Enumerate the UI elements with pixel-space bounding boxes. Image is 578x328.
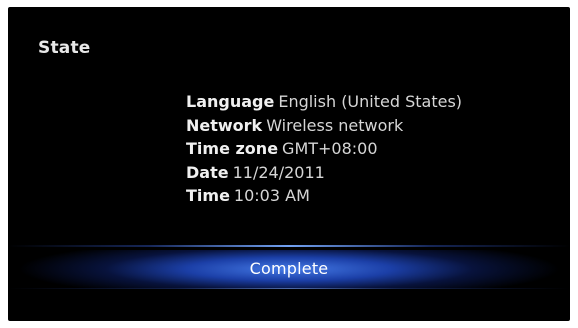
summary-label: Time zone (186, 139, 279, 158)
summary-row-network: Network Wireless network (186, 114, 462, 138)
summary-row-time: Time 10:03 AM (186, 184, 462, 208)
summary-label: Time (186, 186, 230, 205)
complete-button[interactable]: Complete (8, 250, 570, 288)
summary-value: GMT+08:00 (282, 139, 378, 158)
summary-value: 10:03 AM (233, 186, 310, 205)
screen-title: State (38, 38, 91, 58)
summary-row-date: Date 11/24/2011 (186, 161, 462, 185)
summary-label: Language (186, 92, 275, 111)
summary-row-language: Language English (United States) (186, 90, 462, 114)
setup-summary-screen: State Language English (United States) Ne… (8, 7, 570, 321)
complete-button-label: Complete (249, 259, 329, 278)
summary-value: English (United States) (278, 92, 463, 111)
summary-value: 11/24/2011 (232, 162, 325, 182)
button-divider-bottom (8, 288, 570, 289)
summary-label: Date (186, 162, 229, 182)
summary-value: Wireless network (266, 115, 404, 135)
button-divider-top (8, 245, 570, 247)
settings-summary-list: Language English (United States) Network W… (186, 90, 462, 208)
summary-row-time-zone: Time zone GMT+08:00 (186, 137, 462, 161)
summary-label: Network (186, 115, 263, 135)
